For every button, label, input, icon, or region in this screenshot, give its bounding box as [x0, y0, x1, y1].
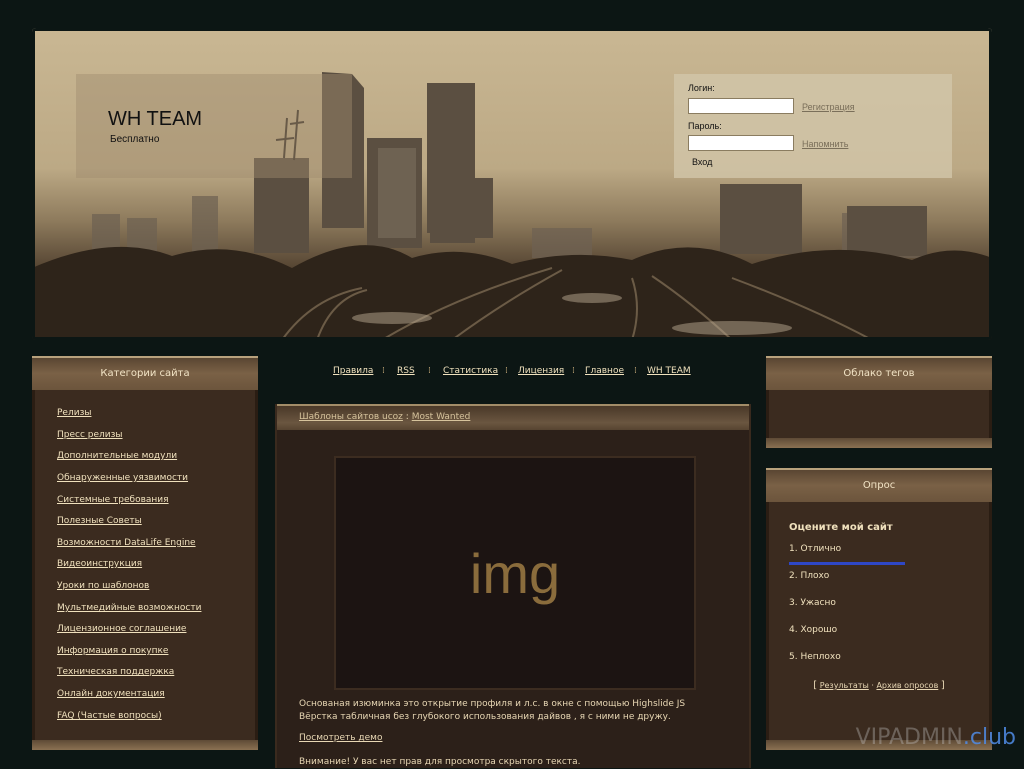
nav-separator: ⁞: [572, 366, 575, 376]
category-item[interactable]: Видеоинструкция: [57, 559, 142, 569]
bracket-open: [: [813, 680, 818, 691]
category-item[interactable]: Мультмедийные возможности: [57, 603, 201, 613]
categories-panel-footer: [32, 740, 258, 750]
category-item[interactable]: Пресс релизы: [57, 430, 123, 440]
remind-password-link[interactable]: Напомнить: [802, 139, 848, 149]
poll-option[interactable]: 2. Плохо: [789, 571, 829, 581]
content-header: Шаблоны сайтов ucoz : Most Wanted: [277, 404, 749, 430]
register-link[interactable]: Регистрация: [802, 102, 855, 112]
login-submit-button[interactable]: Вход: [692, 157, 712, 167]
tag-cloud-panel: [766, 390, 992, 438]
poll-panel: Оцените мой сайт 1. Отлично 2. Плохо 3. …: [766, 502, 992, 740]
poll-links: [ Результаты · Архив опросов ]: [769, 680, 989, 691]
category-item[interactable]: Информация о покупке: [57, 646, 168, 656]
poll-header: Опрос: [766, 468, 992, 504]
description-line: Вёрстка табличная без глубокого использо…: [299, 712, 671, 722]
category-item[interactable]: Релизы: [57, 408, 91, 418]
breadcrumb-separator: :: [405, 412, 409, 422]
watermark-suffix: .club: [962, 725, 1016, 750]
category-item[interactable]: Системные требования: [57, 495, 169, 505]
nav-rules[interactable]: Правила: [333, 366, 373, 376]
image-placeholder-text: img: [469, 541, 561, 605]
poll-link-dot: ·: [871, 681, 874, 690]
poll-question: Оцените мой сайт: [789, 522, 893, 533]
nav-separator: ⁞: [505, 366, 508, 376]
breadcrumb-item[interactable]: Шаблоны сайтов ucoz: [299, 412, 403, 422]
nav-rss[interactable]: RSS: [397, 366, 415, 376]
nav-separator: ⁞: [634, 366, 637, 376]
bracket-close: ]: [940, 680, 945, 691]
category-item[interactable]: FAQ (Частые вопросы): [57, 711, 162, 721]
poll-option[interactable]: 1. Отлично: [789, 544, 841, 554]
category-item[interactable]: Техническая поддержка: [57, 667, 174, 677]
poll-results-link[interactable]: Результаты: [820, 681, 869, 690]
watermark-main: VIPADMIN: [855, 725, 963, 750]
description-line: Основаная изюминка это открытие профиля …: [299, 699, 686, 709]
category-item[interactable]: Дополнительные модули: [57, 451, 177, 461]
site-subtitle: Бесплатно: [110, 134, 160, 145]
preview-image: img: [334, 456, 696, 690]
nav-main[interactable]: Главное: [585, 366, 624, 376]
watermark: VIPADMIN.club: [856, 725, 1016, 750]
password-input[interactable]: [688, 135, 794, 151]
nav-separator: ⁞: [382, 366, 385, 376]
poll-option[interactable]: 5. Неплохо: [789, 652, 841, 662]
category-item[interactable]: Онлайн документация: [57, 689, 165, 699]
poll-option[interactable]: 3. Ужасно: [789, 598, 836, 608]
poll-archive-link[interactable]: Архив опросов: [876, 681, 938, 690]
breadcrumb-item[interactable]: Most Wanted: [412, 412, 471, 422]
breadcrumb: Шаблоны сайтов ucoz : Most Wanted: [299, 412, 470, 422]
login-form: Логин: Регистрация Пароль: Напомнить Вхо…: [674, 74, 952, 178]
category-item[interactable]: Уроки по шаблонов: [57, 581, 149, 591]
login-label: Логин:: [688, 83, 715, 93]
demo-link[interactable]: Посмотреть демо: [299, 733, 382, 743]
nav-statistics[interactable]: Статистика: [443, 366, 498, 376]
tag-cloud-header: Облако тегов: [766, 356, 992, 392]
login-input[interactable]: [688, 98, 794, 114]
tag-cloud-title: Облако тегов: [843, 368, 915, 379]
category-item[interactable]: Полезные Советы: [57, 516, 142, 526]
hidden-text-warning: Внимание! У вас нет прав для просмотра с…: [299, 757, 581, 767]
poll-result-bar: [789, 562, 905, 565]
nav-wh-team[interactable]: WH TEAM: [647, 366, 691, 376]
site-title[interactable]: WH TEAM: [108, 108, 202, 131]
category-item[interactable]: Лицензионное соглашение: [57, 624, 186, 634]
category-item[interactable]: Обнаруженные уязвимости: [57, 473, 188, 483]
password-label: Пароль:: [688, 121, 722, 131]
poll-option[interactable]: 4. Хорошо: [789, 625, 837, 635]
nav-license[interactable]: Лицензия: [518, 366, 564, 376]
tag-cloud-footer: [766, 438, 992, 448]
header-banner: WH TEAM Бесплатно Логин: Регистрация Пар…: [32, 28, 992, 340]
categories-panel: Релизы Пресс релизы Дополнительные модул…: [32, 390, 258, 740]
nav-separator: ⁞: [428, 366, 431, 376]
content-panel: Шаблоны сайтов ucoz : Most Wanted img Ос…: [275, 404, 751, 768]
category-item[interactable]: Возможности DataLife Engine: [57, 538, 196, 548]
poll-title: Опрос: [862, 480, 896, 491]
